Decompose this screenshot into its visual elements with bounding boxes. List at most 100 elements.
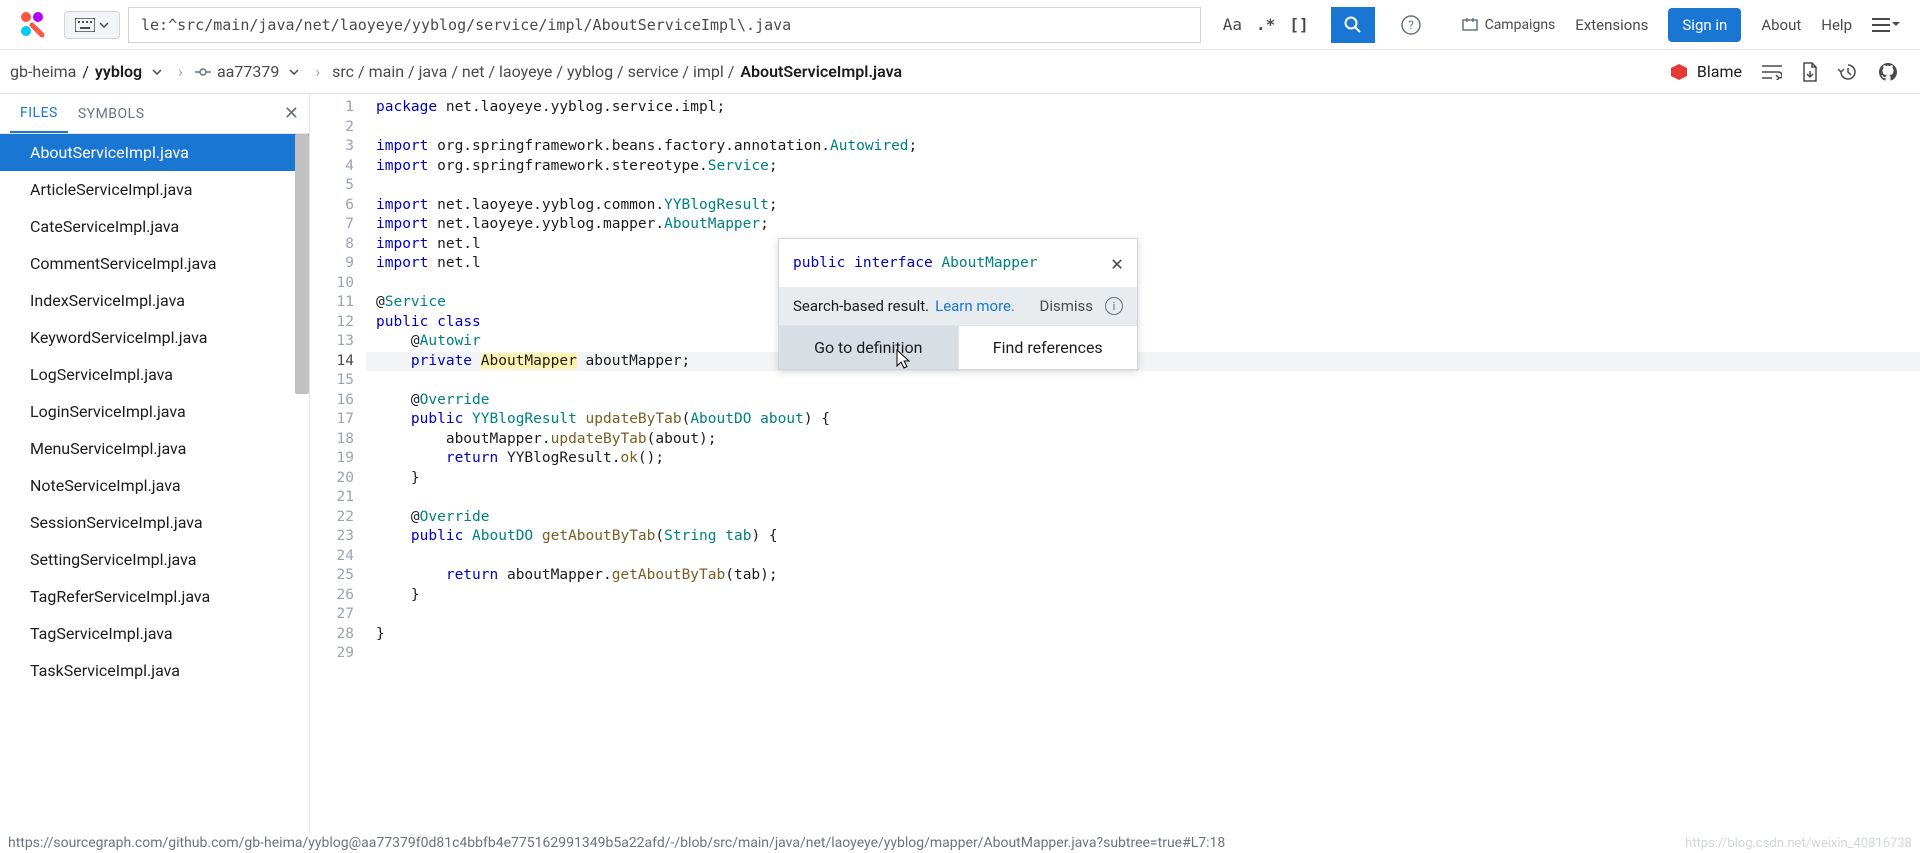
chevron-down-icon[interactable]	[152, 69, 162, 75]
path-segment[interactable]: impl	[693, 62, 724, 81]
regex-toggle[interactable]: .*	[1256, 15, 1275, 34]
repo-name[interactable]: yyblog	[95, 62, 142, 81]
code-line[interactable]: aboutMapper.updateByTab(about);	[366, 430, 1920, 450]
history-icon[interactable]	[1838, 62, 1858, 82]
repo-owner[interactable]: gb-heima	[10, 62, 76, 81]
code-line[interactable]	[366, 118, 1920, 138]
file-item[interactable]: SessionServiceImpl.java	[0, 504, 309, 541]
code-line[interactable]: return aboutMapper.getAboutByTab(tab);	[366, 566, 1920, 586]
dismiss-button[interactable]: Dismiss	[1039, 297, 1093, 315]
github-icon[interactable]	[1878, 62, 1898, 82]
learn-more-link[interactable]: Learn more.	[935, 297, 1015, 315]
help-button[interactable]: ?	[1393, 7, 1429, 43]
file-item[interactable]: AboutServiceImpl.java	[0, 134, 309, 171]
hover-actions: Go to definition Find references	[779, 325, 1137, 369]
commit-icon	[195, 64, 211, 80]
chevron-down-icon[interactable]	[289, 69, 299, 75]
search-input[interactable]: le:^src/main/java/net/laoyeye/yyblog/ser…	[128, 7, 1201, 43]
code-line[interactable]: public class	[366, 313, 1920, 333]
campaigns-link[interactable]: Campaigns	[1461, 16, 1556, 34]
code-line[interactable]	[366, 547, 1920, 567]
go-to-definition-button[interactable]: Go to definition	[779, 325, 958, 369]
code-line[interactable]: import net.l	[366, 235, 1920, 255]
code-line[interactable]: private AboutMapper aboutMapper;	[366, 352, 1920, 372]
code-line[interactable]: import net.laoyeye.yyblog.mapper.AboutMa…	[366, 215, 1920, 235]
file-item[interactable]: TaskServiceImpl.java	[0, 652, 309, 689]
logo[interactable]	[16, 9, 48, 41]
code-line[interactable]: import net.laoyeye.yyblog.common.YYBlogR…	[366, 196, 1920, 216]
search-button[interactable]	[1331, 7, 1375, 43]
code-line[interactable]: @Service	[366, 293, 1920, 313]
commit-hash[interactable]: aa77379	[217, 62, 279, 81]
code-line[interactable]	[366, 644, 1920, 664]
path-segment[interactable]: java	[419, 62, 448, 81]
hover-popup: public interface AboutMapper ✕ Search-ba…	[778, 238, 1138, 370]
code-line[interactable]: @Override	[366, 391, 1920, 411]
code-line[interactable]: }	[366, 586, 1920, 606]
file-item[interactable]: CommentServiceImpl.java	[0, 245, 309, 282]
file-item[interactable]: KeywordServiceImpl.java	[0, 319, 309, 356]
code-line[interactable]: import org.springframework.stereotype.Se…	[366, 157, 1920, 177]
menu-button[interactable]	[1872, 18, 1900, 32]
find-references-button[interactable]: Find references	[958, 325, 1138, 369]
code-line[interactable]	[366, 371, 1920, 391]
code-line[interactable]: return YYBlogResult.ok();	[366, 449, 1920, 469]
status-bar: https://sourcegraph.com/github.com/gb-he…	[0, 833, 1920, 853]
path-segment[interactable]: yyblog	[567, 62, 613, 81]
code-line[interactable]: import net.l	[366, 254, 1920, 274]
file-item[interactable]: TagReferServiceImpl.java	[0, 578, 309, 615]
close-icon[interactable]: ✕	[1111, 251, 1123, 275]
file-item[interactable]: ArticleServiceImpl.java	[0, 171, 309, 208]
path-segment[interactable]: service	[628, 62, 679, 81]
file-item[interactable]: CateServiceImpl.java	[0, 208, 309, 245]
code-line[interactable]: @Override	[366, 508, 1920, 528]
status-url: https://sourcegraph.com/github.com/gb-he…	[8, 835, 1225, 851]
code-line[interactable]	[366, 488, 1920, 508]
chevron-down-icon	[1892, 22, 1900, 27]
code-line[interactable]	[366, 605, 1920, 625]
signin-button[interactable]: Sign in	[1668, 8, 1741, 42]
tab-symbols[interactable]: SYMBOLS	[68, 96, 155, 132]
code-line[interactable]	[366, 274, 1920, 294]
file-item[interactable]: SettingServiceImpl.java	[0, 541, 309, 578]
path-segment[interactable]: net	[462, 62, 485, 81]
code-line[interactable]: }	[366, 469, 1920, 489]
file-list: AboutServiceImpl.javaArticleServiceImpl.…	[0, 134, 309, 833]
scrollbar[interactable]	[295, 134, 309, 394]
structural-toggle[interactable]: []	[1289, 15, 1308, 34]
code-line[interactable]: public YYBlogResult updateByTab(AboutDO …	[366, 410, 1920, 430]
code-line[interactable]: @Autowir	[366, 332, 1920, 352]
breadcrumb-bar: gb-heima/yyblog › aa77379 › src / main /…	[0, 50, 1920, 94]
keyboard-shortcuts-button[interactable]	[64, 11, 120, 39]
extensions-link[interactable]: Extensions	[1575, 16, 1648, 34]
path-segment[interactable]: src	[332, 62, 354, 81]
header-right: Campaigns Extensions Sign in About Help	[1461, 8, 1912, 42]
case-toggle[interactable]: Aa	[1223, 15, 1242, 34]
code-line[interactable]	[366, 176, 1920, 196]
code-content[interactable]: 1234567891011121314151617181920212223242…	[310, 94, 1920, 664]
code-line[interactable]: }	[366, 625, 1920, 645]
code-line[interactable]: package net.laoyeye.yyblog.service.impl;	[366, 98, 1920, 118]
info-icon[interactable]: i	[1105, 297, 1123, 315]
raw-file-icon[interactable]	[1802, 62, 1818, 82]
code-line[interactable]: import org.springframework.beans.factory…	[366, 137, 1920, 157]
sidebar-close[interactable]: ✕	[284, 103, 299, 124]
path-segment[interactable]: laoyeye	[499, 62, 552, 81]
hover-kw: public	[793, 255, 845, 271]
file-item[interactable]: LoginServiceImpl.java	[0, 393, 309, 430]
watermark: https://blog.csdn.net/weixin_40816738	[1685, 836, 1912, 851]
file-item[interactable]: IndexServiceImpl.java	[0, 282, 309, 319]
blame-button[interactable]: Blame	[1669, 62, 1742, 82]
help-link[interactable]: Help	[1821, 16, 1852, 34]
file-item[interactable]: MenuServiceImpl.java	[0, 430, 309, 467]
path-segment[interactable]: main	[369, 62, 404, 81]
code-line[interactable]: public AboutDO getAboutByTab(String tab)…	[366, 527, 1920, 547]
file-item[interactable]: LogServiceImpl.java	[0, 356, 309, 393]
blame-icon	[1669, 62, 1689, 82]
file-item[interactable]: TagServiceImpl.java	[0, 615, 309, 652]
about-link[interactable]: About	[1761, 16, 1801, 34]
file-item[interactable]: NoteServiceImpl.java	[0, 467, 309, 504]
wrap-lines-icon[interactable]	[1762, 64, 1782, 80]
tab-files[interactable]: FILES	[10, 95, 68, 133]
main: FILES SYMBOLS ✕ AboutServiceImpl.javaArt…	[0, 94, 1920, 833]
